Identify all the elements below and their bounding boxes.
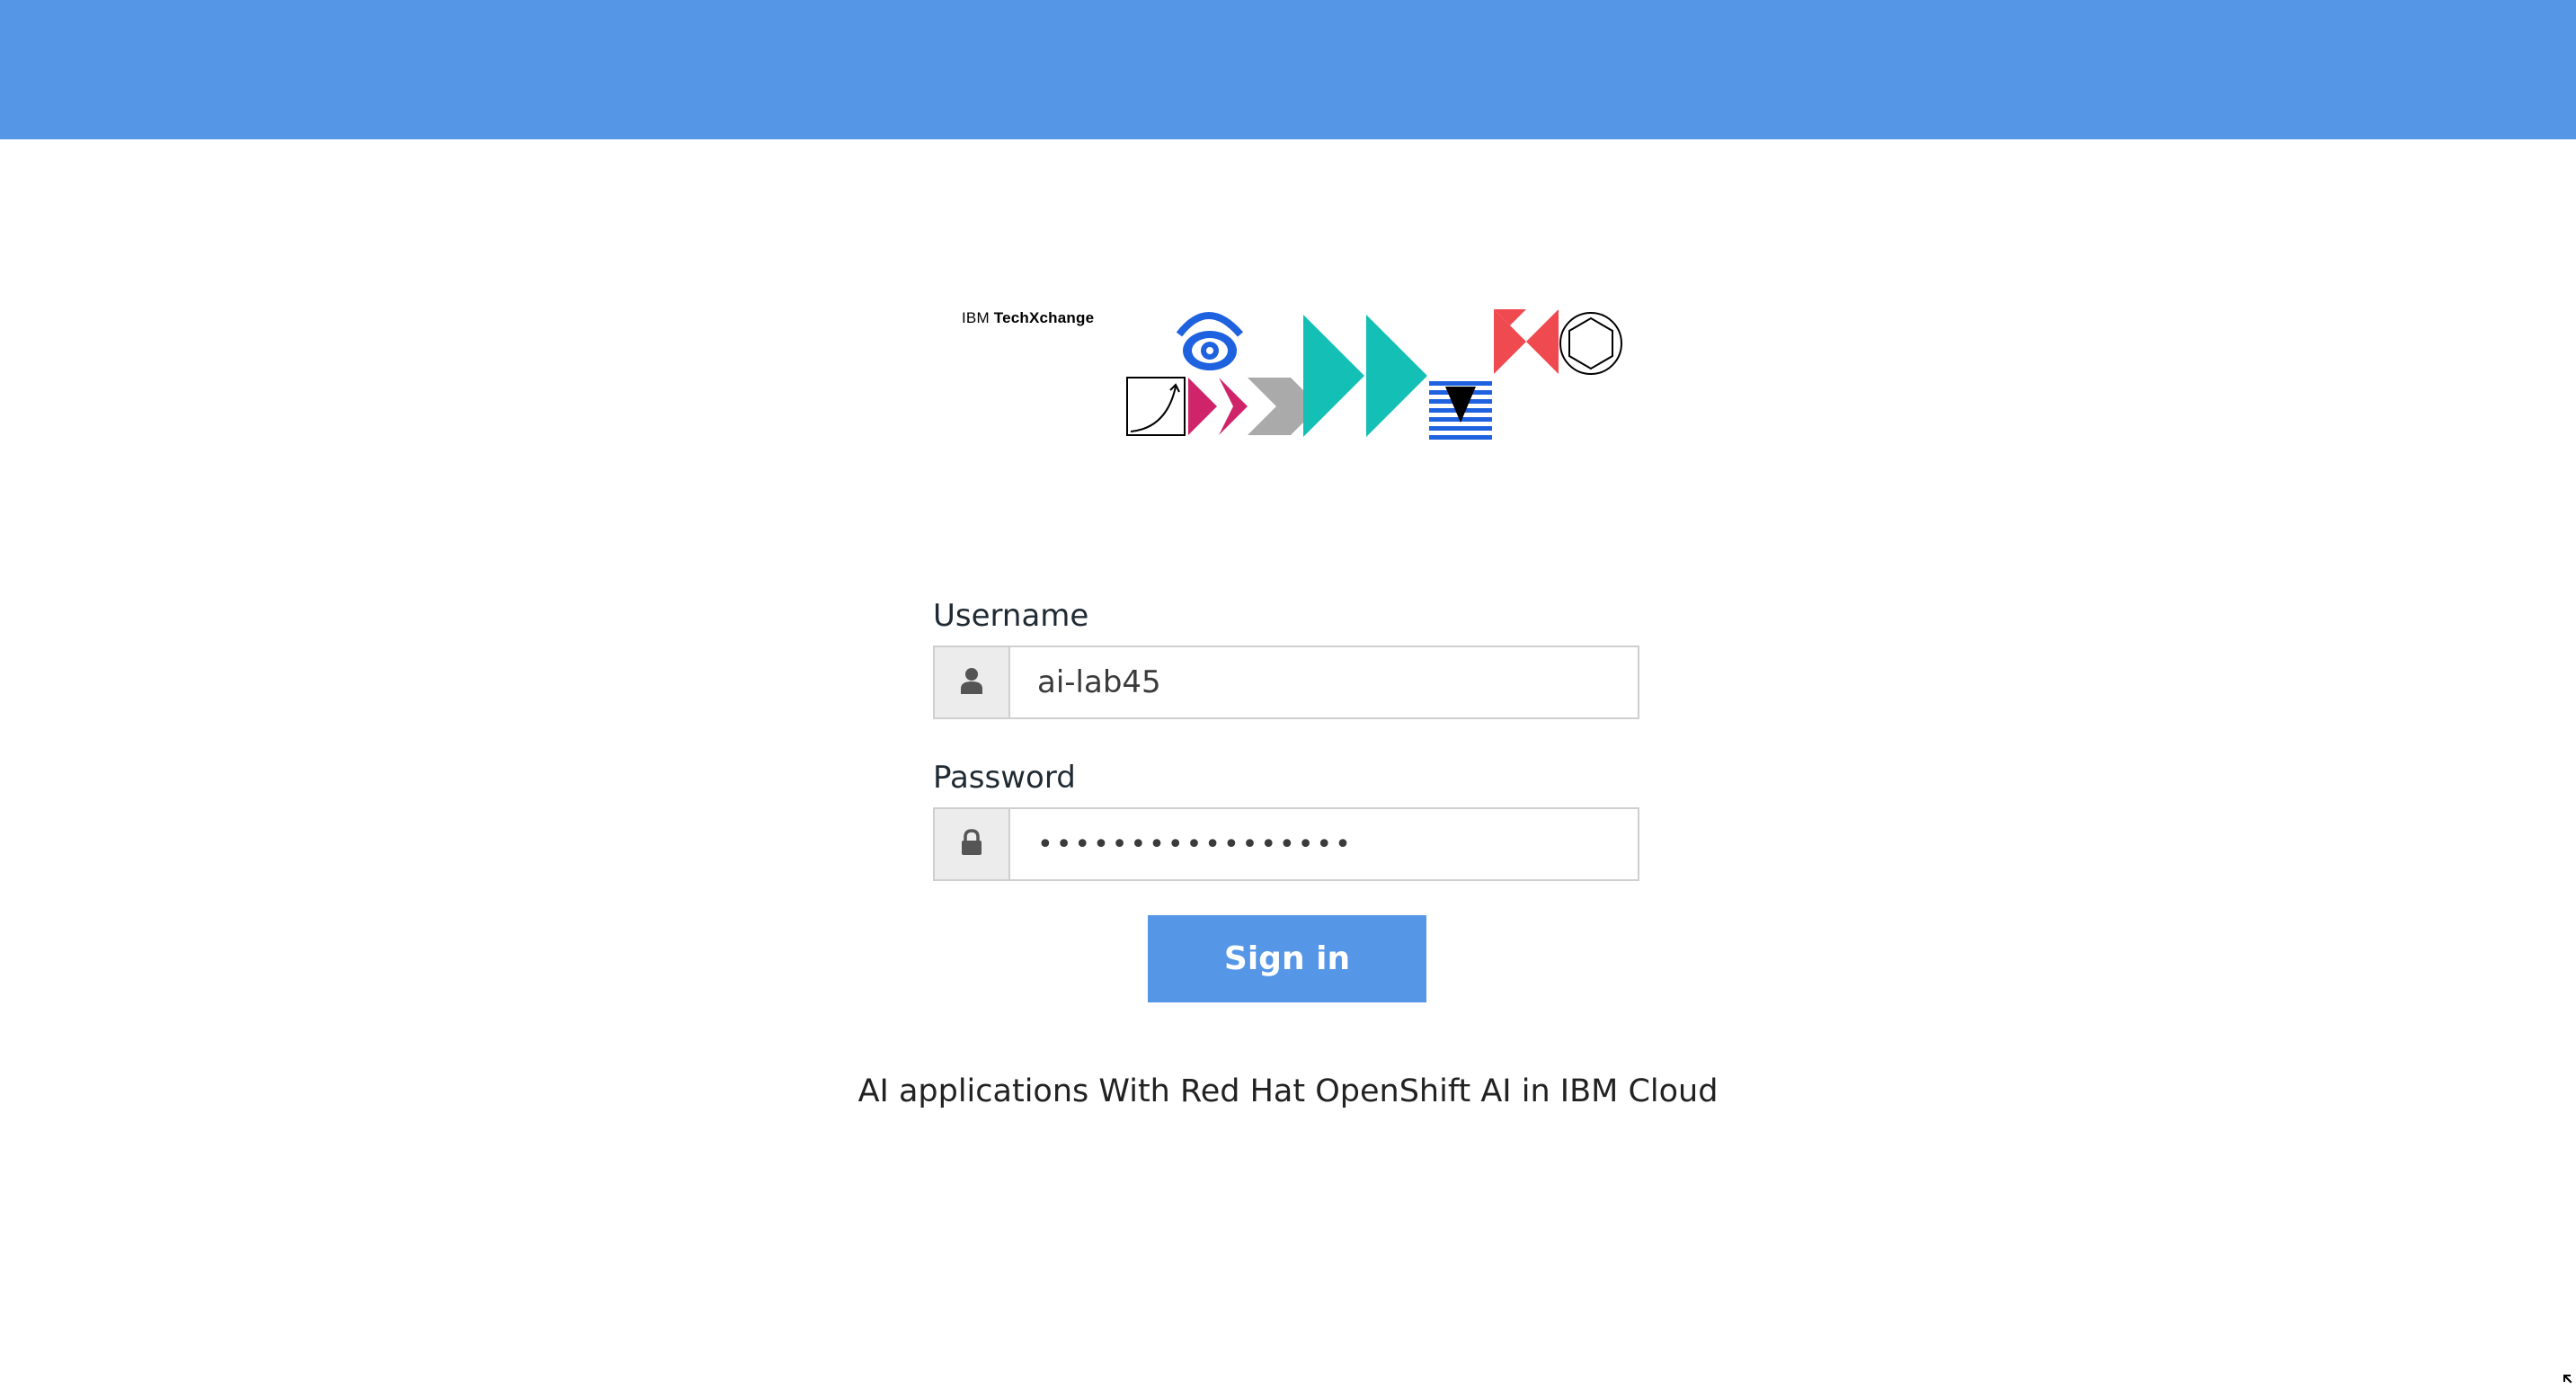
username-field	[933, 646, 1639, 719]
page-caption: AI applications With Red Hat OpenShift A…	[0, 1073, 2576, 1109]
logo-wordmark: IBM TechXchange	[962, 309, 1094, 327]
username-label: Username	[933, 593, 1641, 638]
password-addon	[935, 809, 1010, 879]
user-icon	[960, 667, 983, 698]
resize-corner-icon	[2562, 1372, 2574, 1385]
top-banner	[0, 0, 2576, 139]
sign-in-button[interactable]: Sign in	[1148, 915, 1426, 1002]
button-row: Sign in	[933, 915, 1641, 1002]
username-input[interactable]	[1010, 647, 1638, 717]
username-addon	[935, 647, 1010, 717]
password-label: Password	[933, 755, 1641, 800]
login-form: Username Password Sign in	[933, 593, 1641, 1002]
lock-icon	[961, 829, 982, 859]
password-field	[933, 807, 1639, 881]
password-input[interactable]	[1010, 809, 1638, 879]
techxchange-logo: IBM TechXchange	[953, 297, 1636, 450]
